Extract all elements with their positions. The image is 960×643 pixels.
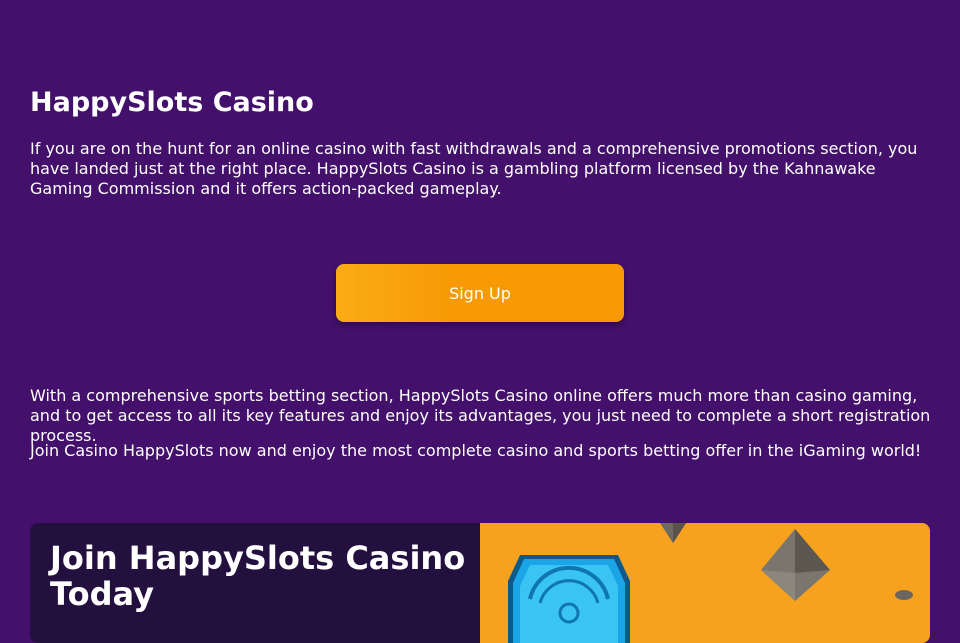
promo-illustration xyxy=(508,523,913,643)
join-paragraph: Join Casino HappySlots now and enjoy the… xyxy=(30,441,922,460)
promo-banner[interactable]: Join HappySlots Casino Today xyxy=(30,523,930,643)
sports-betting-paragraph: With a comprehensive sports betting sect… xyxy=(30,386,931,445)
page-title: HappySlots Casino xyxy=(30,87,314,118)
sign-up-button[interactable]: Sign Up xyxy=(336,264,624,322)
intro-paragraph: If you are on the hunt for an online cas… xyxy=(30,139,918,198)
promo-text-panel: Join HappySlots Casino Today xyxy=(30,523,480,643)
promo-image xyxy=(480,523,930,643)
promo-title: Join HappySlots Casino Today xyxy=(50,539,466,613)
rock-icon xyxy=(895,590,913,600)
